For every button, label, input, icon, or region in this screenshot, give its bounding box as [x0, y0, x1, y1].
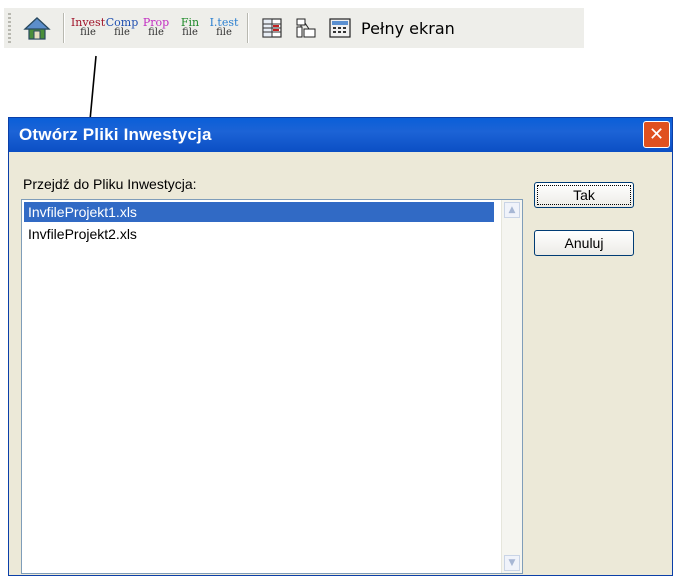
scroll-down-icon[interactable]: ▼: [504, 555, 520, 571]
close-button[interactable]: ✕: [643, 121, 670, 148]
ok-button[interactable]: Tak: [534, 182, 634, 208]
file-listbox[interactable]: InvfileProjekt1.xls InvfileProjekt2.xls …: [21, 199, 523, 574]
vertical-scrollbar[interactable]: ▲ ▼: [501, 200, 522, 573]
list-item[interactable]: InvfileProjekt2.xls: [24, 224, 494, 244]
dialog-titlebar[interactable]: Otwórz Pliki Inwestycja ✕: [9, 118, 672, 152]
dialog-title: Otwórz Pliki Inwestycja: [19, 125, 212, 144]
scroll-up-icon[interactable]: ▲: [504, 202, 520, 218]
close-icon: ✕: [648, 124, 665, 145]
open-files-dialog: Otwórz Pliki Inwestycja ✕ Przejdź do Pli…: [8, 117, 673, 576]
cancel-button[interactable]: Anuluj: [534, 230, 634, 256]
list-item[interactable]: InvfileProjekt1.xls: [24, 202, 494, 222]
file-prompt-label: Przejdź do Pliku Inwestycja:: [23, 176, 197, 192]
